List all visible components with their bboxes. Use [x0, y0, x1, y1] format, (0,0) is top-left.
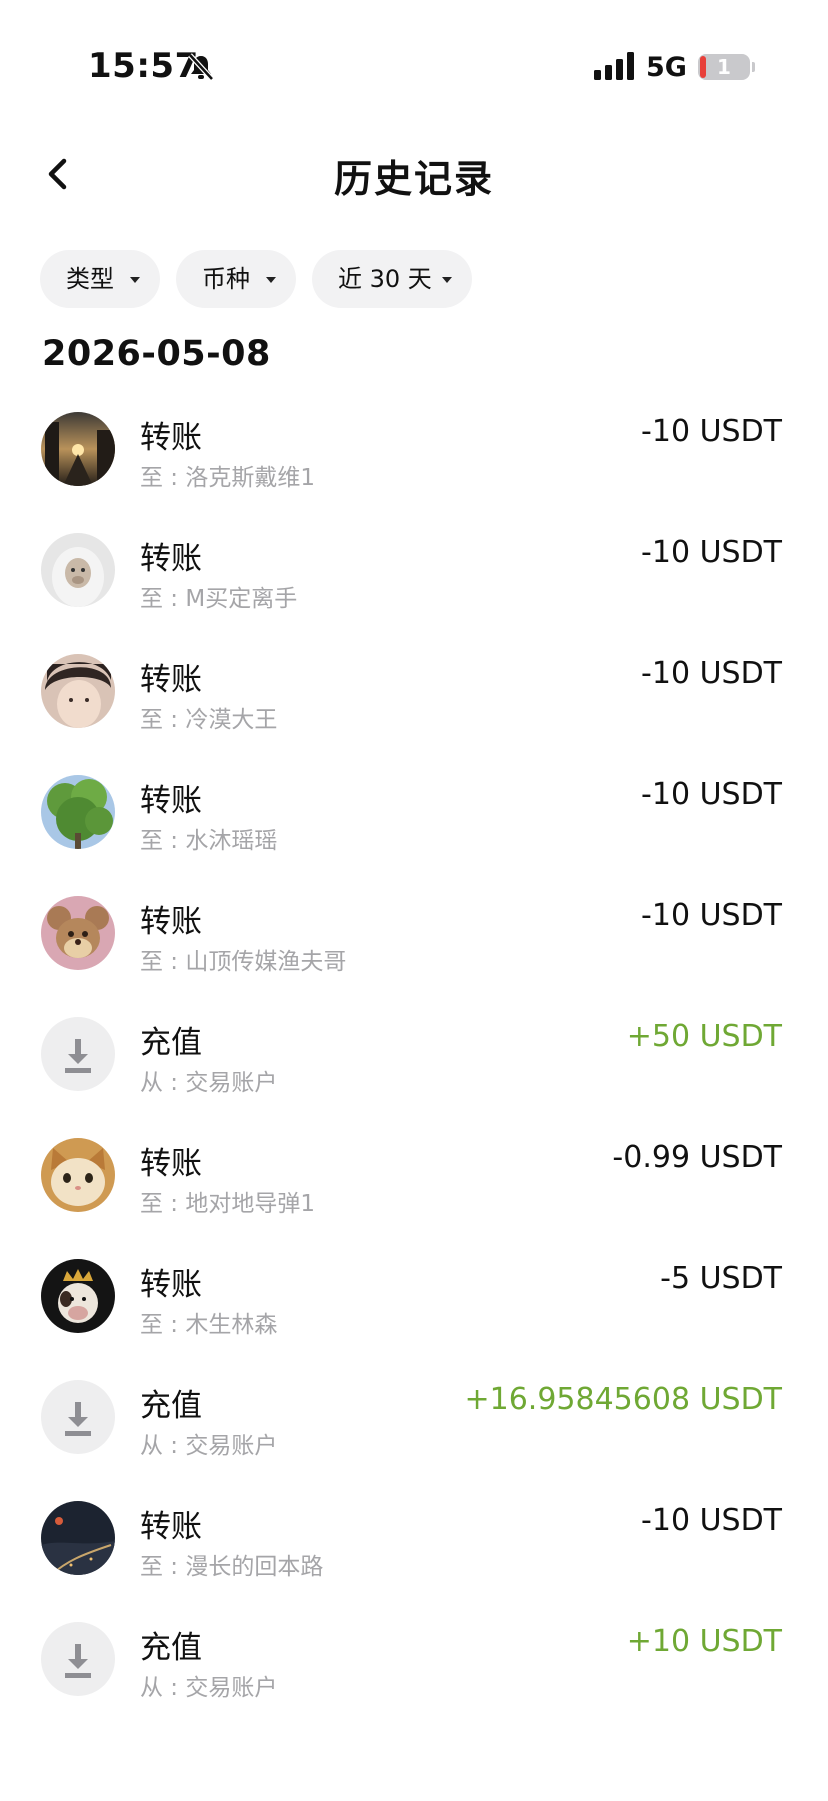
transaction-amount: -10 USDT	[641, 777, 782, 812]
avatar	[41, 775, 115, 849]
status-time: 15:57	[88, 46, 199, 86]
transaction-type: 转账	[140, 1267, 202, 1303]
transaction-row[interactable]: 转账 至 : 冷漠大王 -10 USDT	[0, 638, 828, 759]
transaction-type: 转账	[140, 420, 202, 456]
avatar	[41, 533, 115, 607]
transaction-counterparty: 从 : 交易账户	[140, 1070, 278, 1096]
transaction-type: 充值	[140, 1388, 202, 1424]
caret-down-icon	[442, 277, 452, 283]
transaction-row[interactable]: 转账 至 : 洛克斯戴维1 -10 USDT	[0, 396, 828, 517]
transaction-amount: -10 USDT	[641, 414, 782, 449]
download-icon	[65, 1402, 91, 1436]
avatar	[41, 896, 115, 970]
bell-muted-icon	[188, 53, 214, 81]
transaction-row[interactable]: 充值 从 : 交易账户 +50 USDT	[0, 1001, 828, 1122]
filter-period-label: 近 30 天	[338, 265, 432, 293]
filter-type-label: 类型	[66, 265, 114, 293]
deposit-avatar	[41, 1017, 115, 1091]
transaction-counterparty: 至 : 地对地导弹1	[140, 1191, 316, 1217]
signal-icon	[594, 52, 634, 80]
filter-currency-label: 币种	[202, 265, 250, 293]
transaction-counterparty: 至 : 洛克斯戴维1	[140, 465, 316, 491]
transaction-row[interactable]: 转账 至 : M买定离手 -10 USDT	[0, 517, 828, 638]
transaction-type: 转账	[140, 904, 202, 940]
transaction-amount: +16.95845608 USDT	[464, 1382, 782, 1417]
transaction-counterparty: 至 : 水沐瑶瑶	[140, 828, 278, 854]
network-type: 5G	[646, 52, 687, 83]
status-bar: 15:57 5G 1	[0, 0, 828, 140]
transaction-type: 转账	[140, 1509, 202, 1545]
transaction-amount: -5 USDT	[660, 1261, 782, 1296]
avatar	[41, 412, 115, 486]
transaction-counterparty: 至 : 木生林森	[140, 1312, 278, 1338]
transaction-amount: +50 USDT	[626, 1019, 782, 1054]
transaction-amount: -0.99 USDT	[612, 1140, 782, 1175]
transaction-row[interactable]: 转账 至 : 漫长的回本路 -10 USDT	[0, 1485, 828, 1606]
avatar	[41, 654, 115, 728]
deposit-avatar	[41, 1380, 115, 1454]
filter-type-button[interactable]: 类型	[40, 250, 160, 308]
transaction-counterparty: 至 : M买定离手	[140, 586, 298, 612]
page-title: 历史记录	[333, 157, 494, 201]
transaction-type: 充值	[140, 1630, 202, 1666]
transaction-type: 充值	[140, 1025, 202, 1061]
deposit-avatar	[41, 1622, 115, 1696]
avatar	[41, 1138, 115, 1212]
transaction-amount: +10 USDT	[626, 1624, 782, 1659]
transaction-counterparty: 至 : 山顶传媒渔夫哥	[140, 949, 347, 975]
battery-level: 1	[717, 55, 731, 79]
transaction-amount: -10 USDT	[641, 1503, 782, 1538]
transaction-counterparty: 至 : 冷漠大王	[140, 707, 278, 733]
transaction-type: 转账	[140, 662, 202, 698]
download-icon	[65, 1039, 91, 1073]
transaction-type: 转账	[140, 541, 202, 577]
caret-down-icon	[130, 277, 140, 283]
battery-cap	[752, 62, 755, 72]
transaction-counterparty: 从 : 交易账户	[140, 1675, 278, 1701]
date-group-header: 2026-05-08	[42, 334, 271, 374]
battery-icon: 1	[698, 54, 750, 80]
transaction-type: 转账	[140, 1146, 202, 1182]
transaction-row[interactable]: 转账 至 : 木生林森 -5 USDT	[0, 1243, 828, 1364]
transaction-row[interactable]: 充值 从 : 交易账户 +16.95845608 USDT	[0, 1364, 828, 1485]
transaction-amount: -10 USDT	[641, 898, 782, 933]
transaction-counterparty: 从 : 交易账户	[140, 1433, 278, 1459]
avatar	[41, 1501, 115, 1575]
transaction-row[interactable]: 转账 至 : 地对地导弹1 -0.99 USDT	[0, 1122, 828, 1243]
transaction-amount: -10 USDT	[641, 535, 782, 570]
caret-down-icon	[266, 277, 276, 283]
transaction-amount: -10 USDT	[641, 656, 782, 691]
avatar	[41, 1259, 115, 1333]
transaction-counterparty: 至 : 漫长的回本路	[140, 1554, 324, 1580]
transaction-type: 转账	[140, 783, 202, 819]
transaction-row[interactable]: 充值 从 : 交易账户 +10 USDT	[0, 1606, 828, 1727]
filter-period-button[interactable]: 近 30 天	[312, 250, 472, 308]
transaction-row[interactable]: 转账 至 : 山顶传媒渔夫哥 -10 USDT	[0, 880, 828, 1001]
filter-currency-button[interactable]: 币种	[176, 250, 296, 308]
transaction-row[interactable]: 转账 至 : 水沐瑶瑶 -10 USDT	[0, 759, 828, 880]
download-icon	[65, 1644, 91, 1678]
